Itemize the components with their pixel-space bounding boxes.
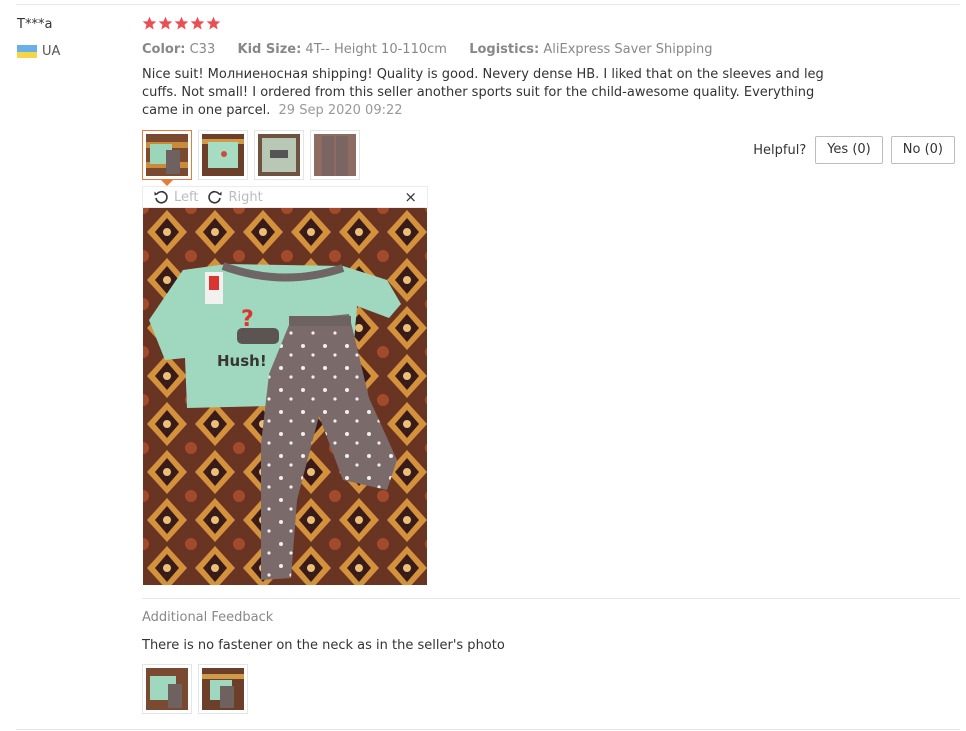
additional-feedback-title: Additional Feedback [142, 610, 274, 625]
star-icon [158, 16, 173, 30]
top-divider [16, 4, 960, 5]
photo-thumbnail-icon [258, 134, 300, 176]
photo-viewer-toolbar: Left Right × [142, 186, 428, 208]
review-body: Nice suit! Молниеносная shipping! Qualit… [142, 66, 852, 120]
review-photo-image: ? Hush! [143, 208, 427, 585]
photo-thumbnail-2[interactable] [198, 130, 248, 180]
bottom-divider [16, 729, 960, 730]
rotate-left-icon [154, 190, 168, 204]
country-code: UA [42, 44, 61, 59]
additional-feedback-thumbnails [142, 664, 248, 714]
rotate-left-label: Left [174, 189, 199, 205]
star-rating [142, 16, 221, 31]
star-icon [206, 16, 221, 30]
enlarged-review-photo: ? Hush! [143, 208, 427, 585]
photo-thumbnail-3[interactable] [254, 130, 304, 180]
star-icon [174, 16, 189, 30]
review-date: 29 Sep 2020 09:22 [278, 103, 403, 118]
helpful-yes-button[interactable]: Yes (0) [815, 136, 883, 164]
feedback-photo-thumbnail-2[interactable] [198, 664, 248, 714]
attr-size-key: Kid Size: [237, 42, 302, 57]
additional-feedback-text: There is no fastener on the neck as in t… [142, 638, 505, 653]
order-attributes: Color: C33 Kid Size: 4T-- Height 10-110c… [142, 42, 712, 57]
attr-color-key: Color: [142, 42, 186, 57]
attr-logistics-key: Logistics: [469, 42, 540, 57]
helpful-vote: Helpful? Yes (0) No (0) [753, 136, 955, 164]
ukraine-flag-icon [17, 45, 37, 58]
photo-thumbnail-icon [146, 668, 188, 710]
rotate-left-button[interactable]: Left [153, 189, 198, 205]
photo-thumbnail-icon [202, 134, 244, 176]
rotate-right-icon [208, 190, 222, 204]
svg-text:Hush!: Hush! [217, 352, 267, 370]
star-icon [190, 16, 205, 30]
photo-thumbnail-icon [146, 134, 188, 176]
helpful-label: Helpful? [753, 142, 807, 158]
reviewer-country: UA [17, 44, 60, 59]
helpful-no-button[interactable]: No (0) [890, 136, 955, 164]
rotate-right-label: Right [228, 189, 263, 205]
photo-thumbnail-1[interactable] [142, 130, 192, 186]
star-icon [142, 16, 157, 30]
photo-thumbnails [142, 130, 360, 186]
feedback-photo-thumbnail-1[interactable] [142, 664, 192, 714]
attr-size-value: 4T-- Height 10-110cm [305, 42, 447, 57]
reviewer-name: T***a [17, 17, 53, 32]
photo-thumbnail-4[interactable] [310, 130, 360, 180]
feedback-divider [142, 598, 960, 599]
review-text: Nice suit! Молниеносная shipping! Qualit… [142, 67, 824, 118]
attr-color-value: C33 [189, 42, 216, 57]
rotate-right-button[interactable]: Right [207, 189, 263, 205]
attr-logistics-value: AliExpress Saver Shipping [543, 42, 713, 57]
close-viewer-button[interactable]: × [404, 189, 417, 205]
photo-thumbnail-icon [314, 134, 356, 176]
photo-thumbnail-icon [202, 668, 244, 710]
